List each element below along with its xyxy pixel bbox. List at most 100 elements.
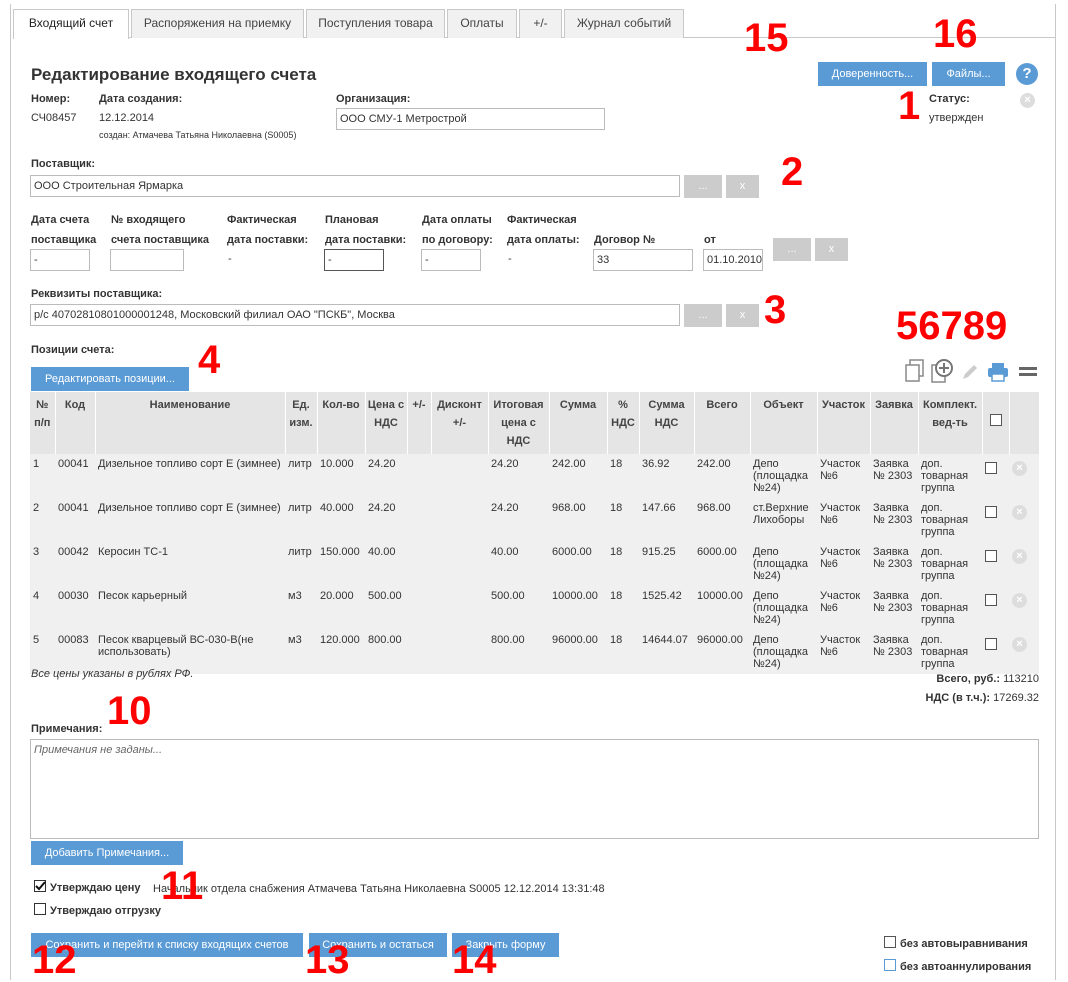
vat-value: 17269.32 [993, 692, 1039, 704]
no-autocancel-checkbox[interactable] [884, 959, 896, 971]
row-checkbox[interactable] [985, 638, 997, 650]
item-site: Участок №6 [817, 454, 870, 498]
item-qty: 40.000 [317, 498, 365, 542]
contract-field[interactable]: 33 [593, 249, 693, 271]
row-select-cell [982, 498, 1009, 542]
created-by: создан: Атмачева Татьяна Николаевна (S00… [99, 130, 297, 140]
remove-row-icon[interactable]: × [1012, 593, 1027, 608]
incoming-no-field[interactable] [110, 249, 184, 271]
row-select-cell [982, 586, 1009, 630]
menu-icon[interactable] [1018, 366, 1038, 378]
notes-textarea[interactable]: Примечания не заданы... [30, 739, 1039, 839]
row-checkbox[interactable] [985, 594, 997, 606]
status-remove-icon[interactable]: × [1020, 93, 1035, 108]
requisites-pick-button[interactable]: ... [684, 304, 722, 327]
supplier-clear-button[interactable]: x [726, 175, 759, 198]
item-total: 96000.00 [694, 630, 750, 674]
remove-row-icon[interactable]: × [1012, 505, 1027, 520]
item-final-price: 24.20 [488, 454, 549, 498]
col-header: Кол-во [317, 392, 366, 454]
marker-56789: 56789 [896, 304, 1008, 348]
no-autoalign-checkbox[interactable] [884, 936, 896, 948]
row-number: 3 [30, 542, 55, 586]
status-value: утвержден [929, 112, 984, 124]
requisites-clear-button[interactable]: x [726, 304, 759, 327]
requisites-field[interactable]: р/с 40702810801000001248, Московский фил… [30, 304, 680, 326]
add-notes-button[interactable]: Добавить Примечания... [31, 841, 183, 865]
item-request: Заявка № 2303 [870, 454, 918, 498]
item-sum: 96000.00 [549, 630, 607, 674]
plan-delivery-field[interactable]: - [324, 249, 384, 271]
incoming-no-label: № входящего [111, 214, 186, 226]
item-discount [431, 630, 488, 674]
tab-incoming-invoice[interactable]: Входящий счет [13, 9, 129, 39]
col-header: Сумма НДС [639, 392, 695, 454]
pay-contract-label-2: по договору: [422, 234, 493, 246]
remove-row-icon[interactable]: × [1012, 637, 1027, 652]
item-vat-sum: 1525.42 [639, 586, 694, 630]
item-plus-minus [407, 630, 431, 674]
item-price: 24.20 [365, 454, 407, 498]
approve-price-checkbox[interactable] [34, 880, 46, 892]
org-field[interactable]: ООО СМУ-1 Метрострой [336, 108, 605, 130]
col-header: Заявка [870, 392, 919, 454]
item-request: Заявка № 2303 [870, 630, 918, 674]
files-button[interactable]: Файлы... [932, 62, 1005, 86]
row-number: 2 [30, 498, 55, 542]
print-icon[interactable] [987, 362, 1009, 382]
pay-contract-field[interactable]: - [421, 249, 481, 271]
remove-row-icon[interactable]: × [1012, 549, 1027, 564]
plan-delivery-label: Плановая [325, 214, 379, 226]
item-vat-sum: 147.66 [639, 498, 694, 542]
pencil-icon[interactable] [960, 362, 980, 382]
copy-icon[interactable] [904, 359, 926, 383]
supplier-date-field[interactable]: - [30, 249, 90, 271]
table-row[interactable]: 1 00041 Дизельное топливо сорт Е (зимнее) л… [30, 454, 1039, 498]
item-code: 00030 [55, 586, 95, 630]
tab-receipt-orders[interactable]: Распоряжения на приемку [131, 9, 304, 38]
from-field[interactable]: 01.10.2010 [703, 249, 763, 271]
item-sum: 242.00 [549, 454, 607, 498]
item-price: 40.00 [365, 542, 407, 586]
item-site: Участок №6 [817, 630, 870, 674]
contract-pick-button[interactable]: ... [773, 238, 811, 261]
fact-pay-value: - [508, 253, 512, 265]
item-discount [431, 542, 488, 586]
proxy-button[interactable]: Доверенность... [818, 62, 927, 86]
item-sum: 6000.00 [549, 542, 607, 586]
item-object: Депо (площадка №24) [750, 454, 817, 498]
row-checkbox[interactable] [985, 462, 997, 474]
item-site: Участок №6 [817, 586, 870, 630]
row-checkbox[interactable] [985, 550, 997, 562]
item-code: 00042 [55, 542, 95, 586]
add-copy-icon[interactable] [929, 358, 955, 384]
col-header: % НДС [607, 392, 640, 454]
incoming-no-label-2: счета поставщика [111, 234, 210, 246]
row-select-cell [982, 542, 1009, 586]
supplier-pick-button[interactable]: ... [684, 175, 722, 198]
approve-shipment-checkbox[interactable] [34, 903, 46, 915]
row-actions-cell: × [1009, 498, 1039, 542]
select-all-checkbox[interactable] [989, 414, 1002, 426]
tab-payments[interactable]: Оплаты [447, 9, 517, 38]
marker-2: 2 [781, 150, 804, 194]
table-row[interactable]: 3 00042 Керосин ТС-1 литр 150.000 40.00 40.00 6… [30, 542, 1039, 586]
table-row[interactable]: 4 00030 Песок карьерный м3 20.000 500.00 500.0… [30, 586, 1039, 630]
item-plus-minus [407, 498, 431, 542]
status-label: Статус: [929, 93, 970, 105]
item-discount [431, 586, 488, 630]
row-checkbox[interactable] [985, 506, 997, 518]
help-icon[interactable]: ? [1016, 63, 1038, 85]
table-row[interactable]: 2 00041 Дизельное топливо сорт Е (зимнее) л… [30, 498, 1039, 542]
tab-event-log[interactable]: Журнал событий [564, 9, 684, 38]
contract-clear-button[interactable]: x [815, 238, 848, 261]
vat-label: НДС (в т.ч.): [925, 692, 991, 704]
tab-goods-receipts[interactable]: Поступления товара [306, 9, 445, 38]
tab-plus-minus[interactable]: +/- [519, 9, 562, 38]
edit-positions-button[interactable]: Редактировать позиции... [31, 367, 189, 391]
marker-1: 1 [898, 84, 921, 128]
item-sum: 10000.00 [549, 586, 607, 630]
remove-row-icon[interactable]: × [1012, 461, 1027, 476]
col-header: Сумма [549, 392, 608, 454]
supplier-field[interactable]: ООО Строительная Ярмарка [30, 175, 680, 197]
